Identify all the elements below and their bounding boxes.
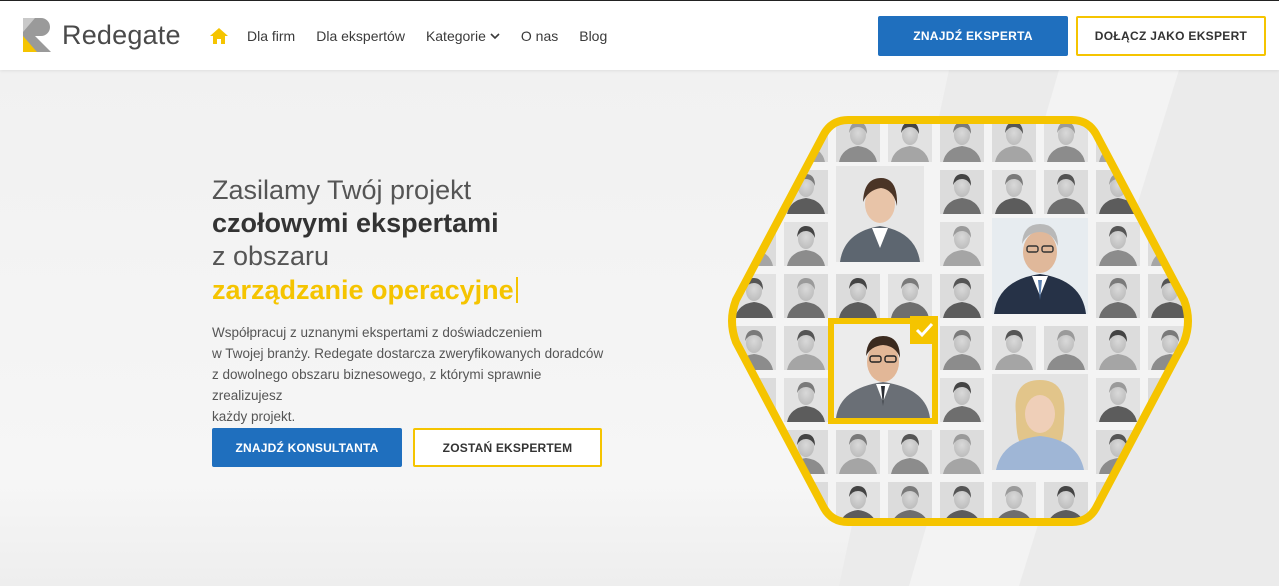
portrait-tile bbox=[732, 482, 776, 522]
portrait-tile bbox=[940, 222, 984, 266]
hero-headline: Zasilamy Twój projekt czołowymi eksperta… bbox=[212, 174, 632, 308]
portrait-tile bbox=[784, 274, 828, 318]
portrait-tile bbox=[992, 120, 1036, 162]
join-expert-button[interactable]: DOŁĄCZ JAKO EKSPERT bbox=[1076, 16, 1266, 56]
portrait-tile bbox=[836, 120, 880, 162]
portrait-tile bbox=[888, 120, 932, 162]
portrait-tile bbox=[992, 170, 1036, 214]
headline-line-1: Zasilamy Twój projekt bbox=[212, 175, 472, 205]
featured-portrait-woman-blonde bbox=[992, 374, 1088, 470]
portrait-tile bbox=[784, 222, 828, 266]
portrait-tile bbox=[992, 326, 1036, 370]
portrait-tile bbox=[784, 378, 828, 422]
featured-portrait-man-glasses bbox=[992, 218, 1088, 314]
portrait-tile bbox=[784, 326, 828, 370]
portrait-tile bbox=[732, 430, 776, 474]
description-line: każdy projekt. bbox=[212, 409, 296, 424]
become-expert-button[interactable]: ZOSTAŃ EKSPERTEM bbox=[413, 428, 602, 467]
site-header: Redegate Dla firm Dla ekspertów Kategori… bbox=[0, 0, 1279, 70]
portrait-tiles bbox=[732, 120, 1188, 522]
nav-item-kategorie[interactable]: Kategorie bbox=[426, 28, 500, 44]
typing-cursor bbox=[515, 277, 518, 303]
portrait-tile bbox=[732, 120, 776, 162]
portrait-tile bbox=[888, 430, 932, 474]
portrait-tile bbox=[940, 326, 984, 370]
portrait-tile bbox=[940, 378, 984, 422]
nav-item-o-nas[interactable]: O nas bbox=[521, 28, 558, 44]
portrait-tile bbox=[888, 274, 932, 318]
portrait-tile bbox=[836, 274, 880, 318]
portrait-tile bbox=[1148, 430, 1188, 474]
description-line: Współpracuj z uznanymi ekspertami z dośw… bbox=[212, 325, 543, 340]
logo-text: Redegate bbox=[62, 19, 181, 50]
portrait-tile bbox=[1096, 274, 1140, 318]
hero-description: Współpracuj z uznanymi ekspertami z dośw… bbox=[212, 322, 612, 427]
portrait-tile bbox=[940, 170, 984, 214]
featured-portrait-woman bbox=[836, 166, 924, 262]
headline-line-4: zarządzanie operacyjne bbox=[212, 272, 632, 308]
nav-item-dla-firm[interactable]: Dla firm bbox=[247, 28, 295, 44]
portrait-tile bbox=[1096, 222, 1140, 266]
hero-section: Zasilamy Twój projekt czołowymi eksperta… bbox=[0, 70, 1279, 586]
portrait-tile bbox=[1148, 170, 1188, 214]
portrait-tile bbox=[940, 274, 984, 318]
portrait-tile bbox=[940, 120, 984, 162]
portrait-tile bbox=[732, 170, 776, 214]
portrait-tile bbox=[1148, 482, 1188, 522]
nav-item-blog[interactable]: Blog bbox=[579, 28, 607, 44]
portrait-tile bbox=[1044, 170, 1088, 214]
portrait-tile bbox=[836, 430, 880, 474]
chevron-down-icon bbox=[490, 33, 500, 40]
description-line: w Twojej branży. Redegate dostarcza zwer… bbox=[212, 346, 604, 361]
headline-area: zarządzanie operacyjne bbox=[212, 275, 514, 305]
find-expert-button[interactable]: ZNAJDŹ EKSPERTA bbox=[878, 16, 1068, 56]
logo[interactable]: Redegate bbox=[21, 15, 191, 55]
logo-icon bbox=[21, 16, 57, 54]
portrait-tile bbox=[1096, 326, 1140, 370]
check-icon bbox=[910, 316, 938, 344]
find-consultant-button[interactable]: ZNAJDŹ KONSULTANTA bbox=[212, 428, 402, 467]
home-icon[interactable] bbox=[210, 26, 228, 46]
expert-hexagon-grid bbox=[728, 116, 1192, 526]
portrait-tile bbox=[940, 430, 984, 474]
portrait-tile bbox=[1148, 120, 1188, 162]
description-line: z dowolnego obszaru biznesowego, z który… bbox=[212, 367, 542, 403]
main-nav: Dla firm Dla ekspertów Kategorie O nas B… bbox=[210, 1, 628, 71]
headline-line-3: z obszaru bbox=[212, 241, 330, 271]
portrait-tile bbox=[1044, 326, 1088, 370]
headline-line-2: czołowymi ekspertami bbox=[212, 208, 499, 238]
portrait-tile bbox=[1096, 378, 1140, 422]
nav-item-dla-ekspertow[interactable]: Dla ekspertów bbox=[316, 28, 405, 44]
